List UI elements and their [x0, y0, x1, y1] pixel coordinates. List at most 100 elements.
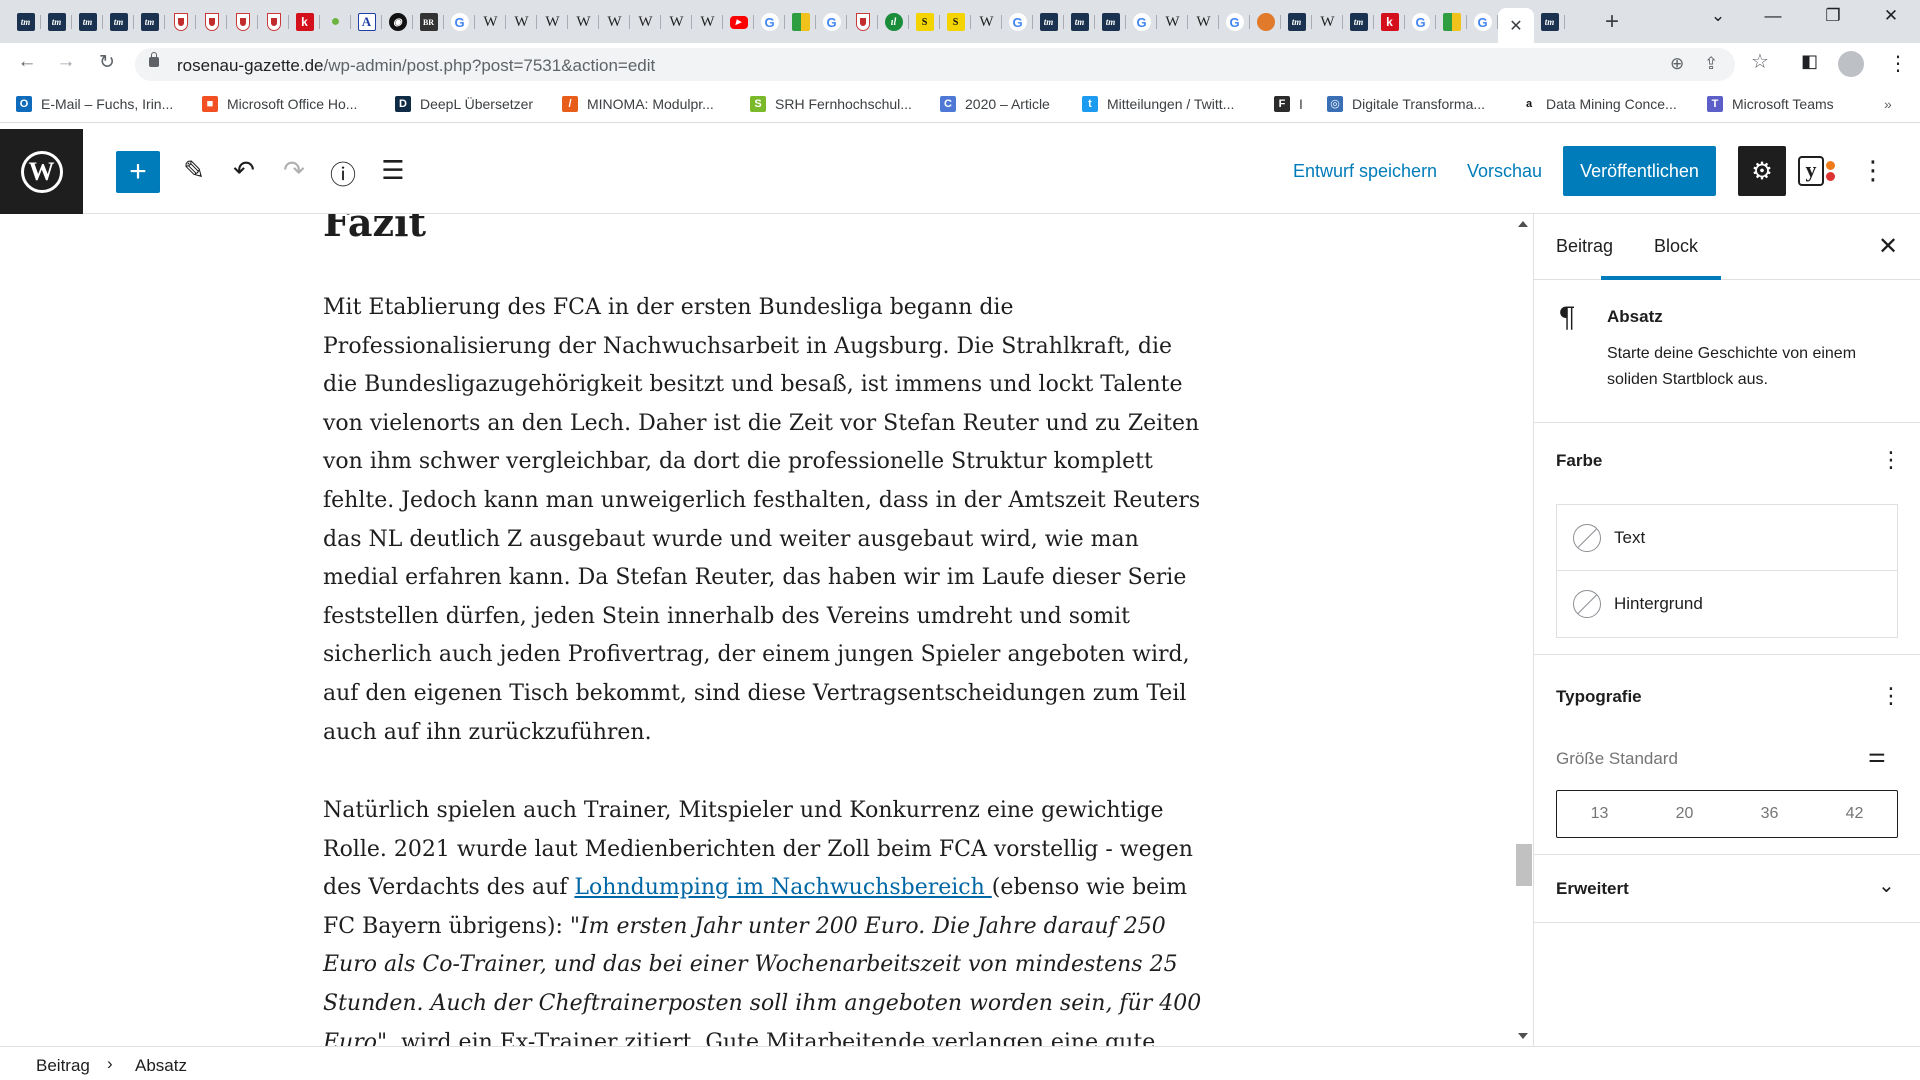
typography-options-icon[interactable]: ⋮: [1880, 683, 1902, 709]
close-sidebar-icon[interactable]: ✕: [1878, 232, 1898, 261]
advanced-panel-title[interactable]: Erweitert: [1556, 879, 1629, 899]
close-tab-icon[interactable]: ✕: [1509, 16, 1522, 36]
browser-tab[interactable]: W: [692, 8, 723, 36]
browser-tab[interactable]: G: [1126, 8, 1157, 36]
wordpress-logo-button[interactable]: W: [0, 129, 83, 214]
browser-tab[interactable]: W: [1157, 8, 1188, 36]
browser-tab[interactable]: BR: [413, 8, 444, 36]
browser-tab[interactable]: G: [1002, 8, 1033, 36]
bookmark-star-icon[interactable]: ☆: [1751, 49, 1769, 74]
browser-tab[interactable]: S: [940, 8, 971, 36]
bookmarks-overflow-button[interactable]: »: [1884, 96, 1892, 112]
bookmark-item[interactable]: t Mitteilungen / Twitt...: [1082, 96, 1234, 112]
minimize-button[interactable]: —: [1748, 6, 1798, 26]
bookmark-item[interactable]: ◎ Digitale Transforma...: [1327, 96, 1485, 112]
scroll-up-arrow[interactable]: [1518, 221, 1528, 227]
browser-tab[interactable]: ıl: [878, 8, 909, 36]
browser-tab[interactable]: G: [1467, 8, 1498, 36]
browser-tab[interactable]: G: [816, 8, 847, 36]
browser-tab[interactable]: [227, 8, 258, 36]
browser-tab[interactable]: W: [599, 8, 630, 36]
browser-tab[interactable]: [1250, 8, 1281, 36]
save-draft-button[interactable]: Entwurf speichern: [1293, 161, 1437, 182]
browser-tab[interactable]: k: [289, 8, 320, 36]
font-size-option[interactable]: 36: [1727, 791, 1812, 837]
new-tab-button[interactable]: +: [1598, 8, 1626, 36]
browser-tab[interactable]: tm: [1095, 8, 1126, 36]
browser-tab[interactable]: W: [475, 8, 506, 36]
browser-tab[interactable]: W: [506, 8, 537, 36]
chevron-down-icon[interactable]: ⌄: [1878, 873, 1895, 898]
bookmark-item[interactable]: a Data Mining Conce...: [1521, 96, 1677, 112]
tab-block[interactable]: Block: [1654, 236, 1698, 257]
details-info-icon[interactable]: ⓘ: [326, 155, 360, 192]
tab-search-icon[interactable]: ⌄: [1693, 6, 1743, 26]
browser-tab[interactable]: [847, 8, 878, 36]
browser-tab[interactable]: [165, 8, 196, 36]
url-text[interactable]: rosenau-gazette.de/wp-admin/post.php?pos…: [177, 56, 655, 76]
browser-tab[interactable]: [785, 8, 816, 36]
browser-tab[interactable]: tm: [1343, 8, 1374, 36]
browser-tab[interactable]: W: [971, 8, 1002, 36]
browser-tab[interactable]: tm: [72, 8, 103, 36]
browser-tab[interactable]: tm: [103, 8, 134, 36]
browser-tab[interactable]: ●: [320, 8, 351, 36]
side-panel-icon[interactable]: ◧: [1801, 51, 1818, 72]
browser-tab[interactable]: W: [661, 8, 692, 36]
address-bar[interactable]: rosenau-gazette.de/wp-admin/post.php?pos…: [135, 48, 1735, 81]
browser-tab[interactable]: G: [754, 8, 785, 36]
undo-icon[interactable]: ↶: [227, 155, 261, 186]
bookmark-item[interactable]: ■ Microsoft Office Ho...: [202, 96, 357, 112]
browser-tab[interactable]: G: [444, 8, 475, 36]
browser-tab[interactable]: tm: [1534, 8, 1565, 36]
color-options-icon[interactable]: ⋮: [1880, 447, 1902, 473]
browser-tab[interactable]: tm: [41, 8, 72, 36]
settings-button[interactable]: ⚙: [1738, 146, 1786, 196]
advanced-panel[interactable]: Erweitert ⌄: [1534, 855, 1920, 923]
font-size-option[interactable]: 42: [1812, 791, 1897, 837]
restore-button[interactable]: ❐: [1808, 6, 1858, 26]
tab-post[interactable]: Beitrag: [1556, 236, 1613, 257]
paragraph-block[interactable]: Mit Etablierung des FCA in der ersten Bu…: [323, 289, 1203, 752]
back-button[interactable]: ←: [13, 51, 41, 73]
lock-icon[interactable]: [149, 52, 159, 67]
bookmark-item[interactable]: D DeepL Übersetzer: [395, 96, 533, 112]
browser-tab[interactable]: tm: [1033, 8, 1064, 36]
browser-tab[interactable]: tm: [1281, 8, 1312, 36]
close-window-button[interactable]: ✕: [1866, 6, 1916, 26]
browser-tab[interactable]: W: [537, 8, 568, 36]
profile-avatar[interactable]: [1838, 51, 1864, 77]
publish-button[interactable]: Veröffentlichen: [1563, 146, 1716, 196]
options-menu-icon[interactable]: ⋮: [1860, 155, 1886, 186]
list-view-icon[interactable]: ☰: [376, 155, 410, 186]
canvas-scrollbar[interactable]: [1513, 214, 1533, 1046]
browser-tab[interactable]: S: [909, 8, 940, 36]
scroll-down-arrow[interactable]: [1518, 1033, 1528, 1039]
text-color-button[interactable]: Text: [1557, 505, 1897, 571]
breadcrumb-post[interactable]: Beitrag: [36, 1056, 90, 1076]
redo-icon[interactable]: ↷: [277, 155, 311, 186]
font-size-option[interactable]: 20: [1642, 791, 1727, 837]
browser-tab[interactable]: k: [1374, 8, 1405, 36]
browser-tab[interactable]: G: [1405, 8, 1436, 36]
breadcrumb-paragraph[interactable]: Absatz: [135, 1056, 187, 1076]
browser-tab[interactable]: [258, 8, 289, 36]
bookmark-item[interactable]: C 2020 – Article: [940, 96, 1050, 112]
zoom-icon[interactable]: ⊕: [1670, 54, 1684, 74]
chrome-menu-icon[interactable]: ⋮: [1888, 51, 1908, 76]
browser-tab[interactable]: G: [1219, 8, 1250, 36]
custom-size-toggle-icon[interactable]: ⚌: [1868, 743, 1886, 768]
forward-button[interactable]: →: [52, 51, 80, 73]
share-icon[interactable]: ⇪: [1704, 54, 1718, 74]
lohndumping-link[interactable]: Lohndumping im Nachwuchsbereich: [574, 875, 991, 900]
browser-tab[interactable]: [196, 8, 227, 36]
browser-tab[interactable]: W: [630, 8, 661, 36]
editor-canvas[interactable]: Fazit Mit Etablierung des FCA in der ers…: [0, 214, 1513, 1046]
heading-block[interactable]: Fazit: [323, 214, 426, 246]
bookmark-item[interactable]: S SRH Fernhochschul...: [750, 96, 912, 112]
browser-tab[interactable]: tm: [134, 8, 165, 36]
browser-tab[interactable]: W: [568, 8, 599, 36]
preview-button[interactable]: Vorschau: [1467, 161, 1542, 182]
bookmark-item[interactable]: O E-Mail – Fuchs, Irin...: [16, 96, 173, 112]
browser-tab[interactable]: [1436, 8, 1467, 36]
